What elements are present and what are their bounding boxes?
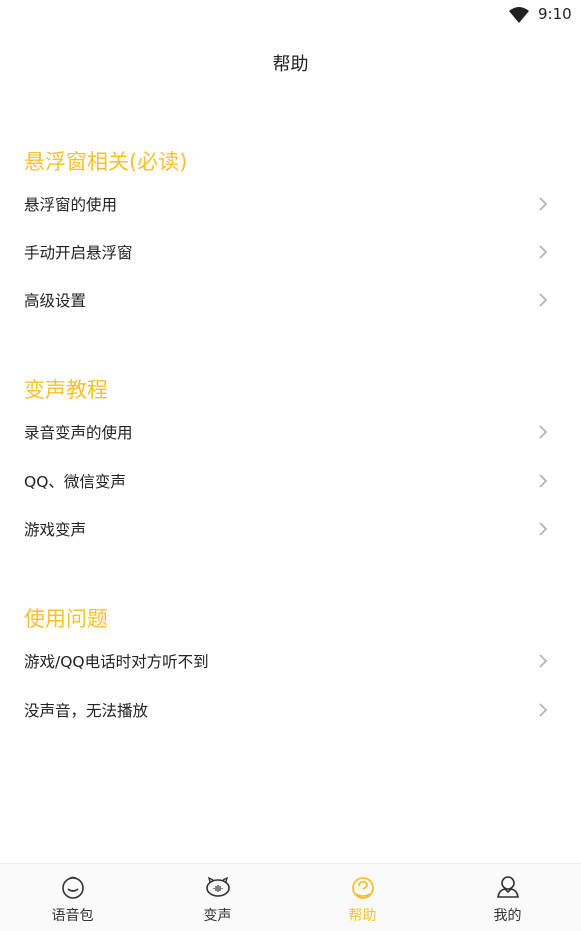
chevron-right-icon [539, 654, 548, 668]
profile-icon [497, 876, 519, 898]
help-item-label: QQ、微信变声 [24, 473, 126, 491]
help-item-qq-wechat-voice-change[interactable]: QQ、微信变声 [0, 458, 581, 504]
section-title-voice-tutorial: 变声教程 [24, 378, 108, 402]
help-icon [352, 877, 374, 899]
help-item-call-not-heard[interactable]: 游戏/QQ电话时对方听不到 [0, 638, 581, 684]
help-item-label: 高级设置 [24, 292, 87, 310]
chevron-right-icon [539, 703, 548, 717]
tab-profile[interactable]: 我的 [435, 864, 580, 931]
status-bar: 9:10 [0, 0, 581, 32]
help-item-game-voice-change[interactable]: 游戏变声 [0, 506, 581, 552]
tab-label: 帮助 [348, 908, 377, 924]
tab-label: 我的 [493, 908, 522, 924]
tab-label: 变声 [203, 908, 232, 924]
help-item-label: 手动开启悬浮窗 [24, 244, 133, 262]
section-title-usage-issues: 使用问题 [24, 607, 108, 631]
voice-change-icon [206, 876, 230, 897]
help-item-floating-window-usage[interactable]: 悬浮窗的使用 [0, 181, 581, 227]
section-title-floating-window: 悬浮窗相关(必读) [24, 150, 188, 174]
status-time: 9:10 [538, 5, 572, 23]
chevron-right-icon [539, 474, 548, 488]
tab-label: 语音包 [51, 908, 94, 924]
tab-voice-pack[interactable]: 语音包 [0, 864, 145, 931]
help-item-label: 没声音，无法播放 [24, 702, 149, 720]
help-item-label: 游戏变声 [24, 521, 87, 539]
help-item-advanced-settings[interactable]: 高级设置 [0, 277, 581, 323]
bottom-tab-bar: 语音包 变声 帮助 我的 [0, 863, 581, 931]
chevron-right-icon [539, 197, 548, 211]
wifi-icon [509, 7, 529, 23]
chevron-right-icon [539, 245, 548, 259]
page-title: 帮助 [272, 54, 309, 75]
chevron-right-icon [539, 293, 548, 307]
chevron-right-icon [539, 522, 548, 536]
help-item-no-sound[interactable]: 没声音，无法播放 [0, 687, 581, 733]
help-item-recording-voice-change[interactable]: 录音变声的使用 [0, 409, 581, 455]
help-item-label: 游戏/QQ电话时对方听不到 [24, 653, 209, 671]
help-item-enable-floating-window[interactable]: 手动开启悬浮窗 [0, 229, 581, 275]
help-item-label: 录音变声的使用 [24, 424, 133, 442]
voice-pack-icon [62, 876, 84, 899]
chevron-right-icon [539, 425, 548, 439]
tab-help[interactable]: 帮助 [290, 864, 435, 931]
help-item-label: 悬浮窗的使用 [24, 196, 118, 214]
tab-voice-change[interactable]: 变声 [145, 864, 290, 931]
